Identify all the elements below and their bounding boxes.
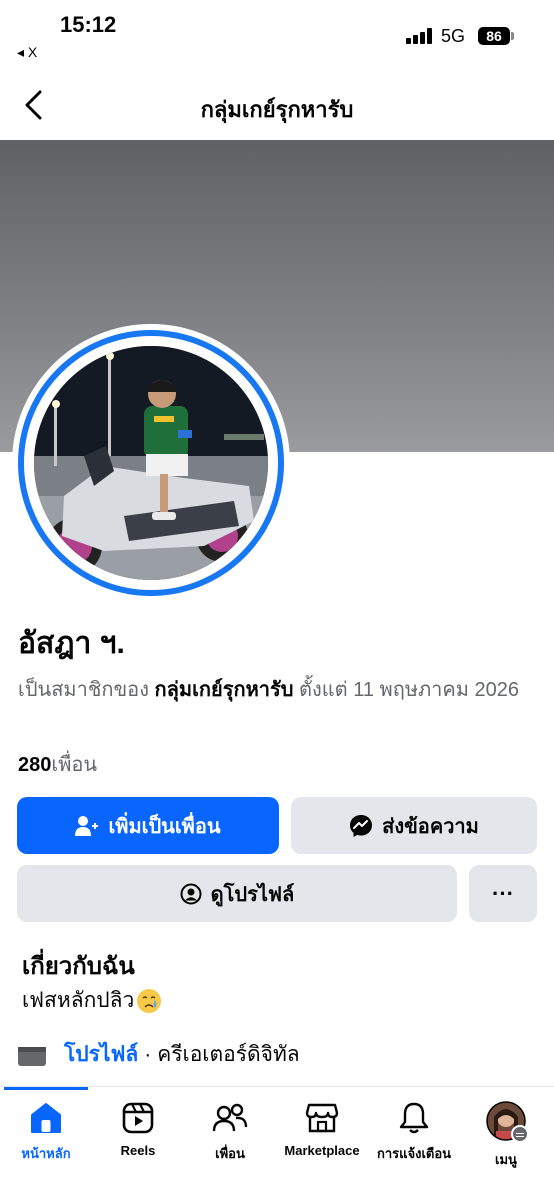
message-label: ส่งข้อความ [382,815,479,838]
active-tab-indicator [4,1087,88,1090]
friends-label: เพื่อน [51,754,98,776]
friends-count[interactable]: 280เพื่อน [18,748,97,780]
membership-info: เป็นสมาชิกของ กลุ่มเกย์รุกหารับ ตั้งแต่ … [18,676,538,705]
nav-header: กลุ่มเกย์รุกหารับ [0,72,554,138]
about-bio: เฟสหลักปลิว [22,984,162,1017]
about-title: เกี่ยวกับฉัน [22,953,135,980]
add-friend-icon [75,815,99,836]
tab-marketplace[interactable]: Marketplace [276,1101,368,1171]
more-options-icon: ··· [492,880,514,906]
tab-menu-label: เมนู [495,1152,517,1167]
tab-notifications[interactable]: การแจ้งเตือน [368,1101,460,1171]
add-friend-button[interactable]: เพิ่มเป็นเพื่อน [17,797,279,854]
avatar-ring [18,330,284,596]
category-separator: · [144,1042,152,1066]
avatar[interactable] [12,324,290,602]
page-title: กลุ่มเกย์รุกหารับ [200,97,354,122]
menu-avatar [486,1101,529,1143]
tab-reels[interactable]: Reels [92,1101,184,1171]
add-friend-label: เพิ่มเป็นเพื่อน [108,815,221,838]
home-icon [31,1103,61,1133]
profile-link[interactable]: โปรไฟล์ [64,1038,138,1071]
group-link[interactable]: กลุ่มเกย์รุกหารับ [155,679,294,701]
bottom-tab-bar: หน้าหลัก Reels เพื่อน Marketplace การแจ้… [0,1086,554,1199]
member-since: ตั้งแต่ 11 พฤษภาคม 2026 [299,679,520,701]
marketplace-icon [305,1103,339,1133]
member-prefix: เป็นสมาชิกของ [18,679,149,701]
tab-notifications-label: การแจ้งเตือน [376,1146,452,1161]
clapperboard-icon [18,1046,46,1066]
tab-home[interactable]: หน้าหลัก [0,1101,92,1171]
bio-text: เฟสหลักปลิว [22,989,135,1012]
profile-circle-icon [180,883,202,904]
network-type: 5G [441,26,466,46]
view-profile-button[interactable]: ดูโปรไฟล์ [17,865,457,922]
back-to-app[interactable]: ◂ X [17,44,37,61]
profile-category-row: โปรไฟล์ · ครีเอเตอร์ดิจิทัล [18,1038,300,1071]
tab-friends-label: เพื่อน [215,1146,245,1161]
reels-icon [122,1102,154,1134]
view-profile-label: ดูโปรไฟล์ [210,883,295,906]
more-options-button[interactable]: ··· [469,865,537,922]
messenger-icon [350,814,373,837]
tab-home-label: หน้าหลัก [21,1146,71,1161]
signal-icon [406,28,434,44]
battery-tip [511,32,514,40]
profile-category: ครีเอเตอร์ดิจิทัล [157,1043,300,1066]
tab-reels-label: Reels [120,1143,156,1158]
message-button[interactable]: ส่งข้อความ [291,797,537,854]
battery-icon: 86 [478,27,510,45]
bell-icon [399,1102,429,1134]
crying-face-icon [137,988,162,1013]
tab-marketplace-label: Marketplace [284,1143,360,1158]
status-bar: 15:12 ◂ X 5G 86 [0,0,554,70]
tab-friends[interactable]: เพื่อน [184,1101,276,1171]
profile-photo-illustration [34,346,268,580]
menu-hamburger-icon [511,1125,529,1143]
friends-number: 280 [18,754,52,776]
tab-menu[interactable]: เมนู [460,1101,552,1171]
friends-icon [212,1103,248,1132]
status-time: 15:12 [60,12,117,37]
profile-name: อัสฎา ฯ. [18,627,125,660]
profile-photo [34,346,268,580]
